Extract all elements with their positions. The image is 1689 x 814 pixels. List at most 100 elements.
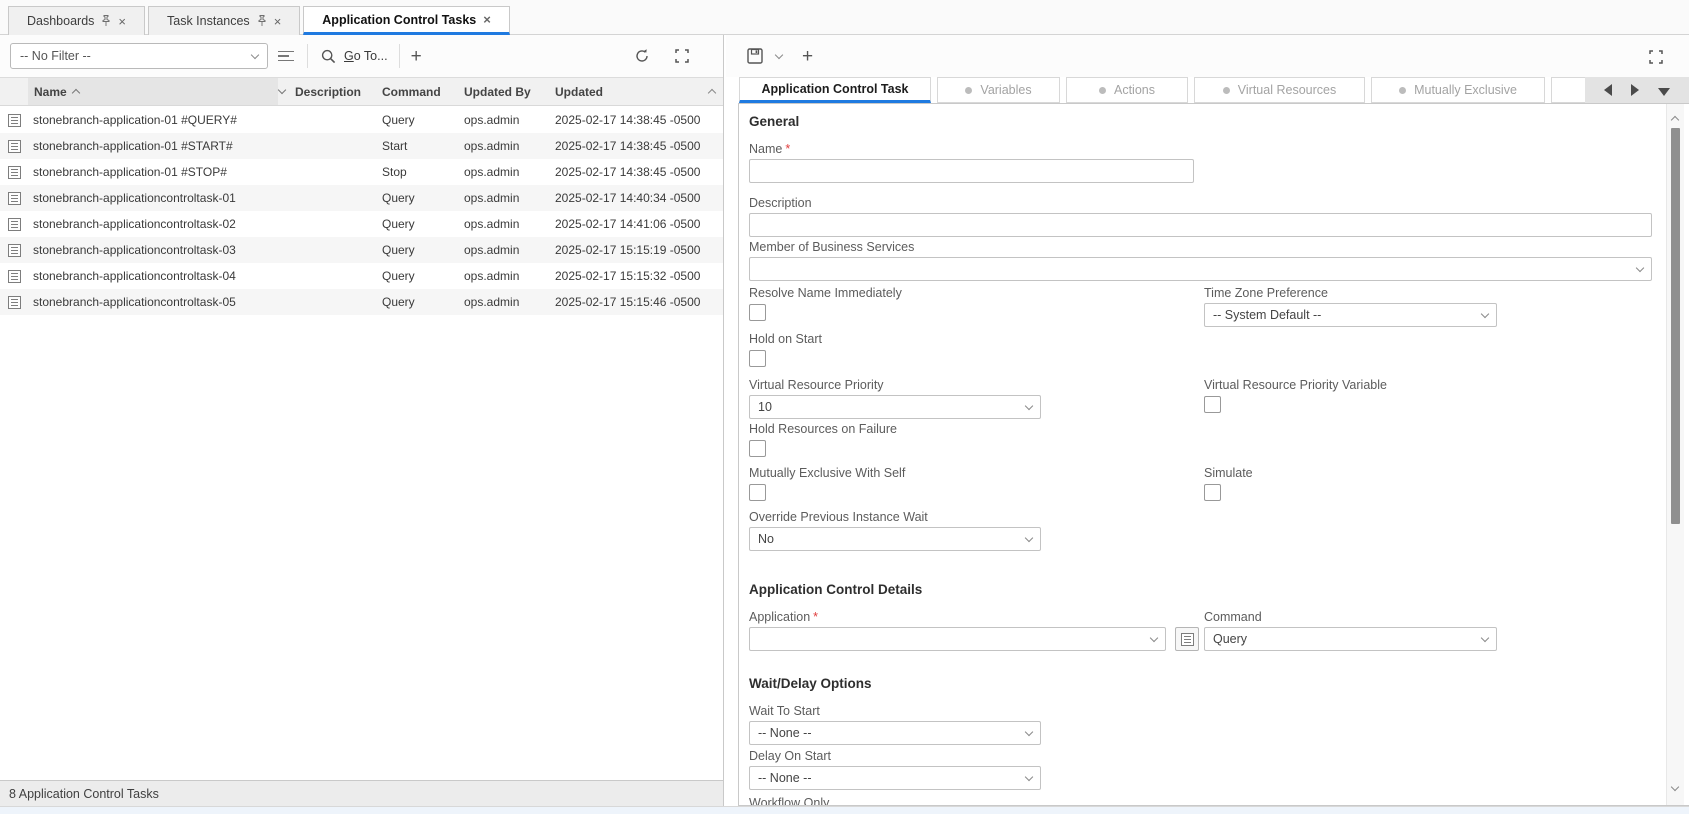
filter-select[interactable]: -- No Filter -- xyxy=(10,43,268,69)
application-details-icon[interactable] xyxy=(1175,627,1199,651)
override-previous-instance-wait-select[interactable]: No xyxy=(749,527,1041,551)
table-row[interactable]: stonebranch-application-01 #START# Start… xyxy=(0,133,723,159)
tab-actions[interactable]: Actions xyxy=(1066,77,1188,103)
hold-resources-on-failure-checkbox[interactable] xyxy=(749,440,766,457)
pin-icon[interactable] xyxy=(257,15,267,27)
table-row[interactable]: stonebranch-applicationcontroltask-05 Qu… xyxy=(0,289,723,315)
field-label-virtual-resource-priority: Virtual Resource Priority xyxy=(749,378,884,392)
field-label-command: Command xyxy=(1204,610,1262,624)
task-details-icon[interactable] xyxy=(8,133,21,159)
section-application-control-details: Application Control Details xyxy=(749,582,922,597)
task-details-icon[interactable] xyxy=(8,289,21,315)
task-details-icon[interactable] xyxy=(8,211,21,237)
form-scrollbar[interactable] xyxy=(1666,104,1684,805)
cell-updated-by: ops.admin xyxy=(464,185,519,211)
field-label-time-zone-preference: Time Zone Preference xyxy=(1204,286,1328,300)
tab-scroll-right-icon[interactable] xyxy=(1631,84,1639,96)
tab-list-menu-icon[interactable] xyxy=(1658,88,1670,96)
tab-scroll-controls xyxy=(1585,77,1689,103)
cell-updated-by: ops.admin xyxy=(464,107,519,133)
tab-variables[interactable]: Variables xyxy=(937,77,1060,103)
tab-dot-icon xyxy=(965,87,972,94)
save-icon[interactable] xyxy=(746,47,764,65)
virtual-resource-priority-variable-checkbox[interactable] xyxy=(1204,396,1221,413)
list-toolbar: -- No Filter -- Go To... + xyxy=(0,35,723,77)
window-tab-dashboards[interactable]: Dashboards × xyxy=(8,6,145,35)
maximize-icon[interactable] xyxy=(1647,48,1665,66)
task-table-body: stonebranch-application-01 #QUERY# Query… xyxy=(0,107,723,315)
tab-application-control-task[interactable]: Application Control Task xyxy=(739,77,931,103)
table-row[interactable]: stonebranch-application-01 #STOP# Stop o… xyxy=(0,159,723,185)
maximize-icon[interactable] xyxy=(673,47,691,65)
refresh-icon[interactable] xyxy=(633,47,651,65)
column-header-description[interactable]: Description xyxy=(295,78,361,105)
tab-scroll-left-icon[interactable] xyxy=(1604,84,1612,96)
task-details-icon[interactable] xyxy=(8,107,21,133)
description-input[interactable] xyxy=(749,213,1652,237)
task-details-icon[interactable] xyxy=(8,185,21,211)
window-tab-application-control-tasks[interactable]: Application Control Tasks × xyxy=(303,6,510,35)
close-icon[interactable]: × xyxy=(483,13,491,26)
mutually-exclusive-with-self-checkbox[interactable] xyxy=(749,484,766,501)
virtual-resource-priority-select[interactable]: 10 xyxy=(749,395,1041,419)
window-tab-task-instances[interactable]: Task Instances × xyxy=(148,6,300,35)
scroll-down-icon[interactable] xyxy=(1671,783,1679,791)
field-label-wait-to-start: Wait To Start xyxy=(749,704,820,718)
search-icon[interactable] xyxy=(319,47,337,65)
field-label-override-previous-instance-wait: Override Previous Instance Wait xyxy=(749,510,928,524)
time-zone-preference-select[interactable]: -- System Default -- xyxy=(1204,303,1497,327)
name-input[interactable] xyxy=(749,159,1194,183)
select-value: No xyxy=(758,532,1026,546)
resolve-name-immediately-checkbox[interactable] xyxy=(749,304,766,321)
column-header-updated-by[interactable]: Updated By xyxy=(464,78,531,105)
detail-tab-strip: Application Control Task Variables Actio… xyxy=(739,77,1689,103)
scroll-up-icon[interactable] xyxy=(1671,116,1679,124)
column-menu-icon[interactable] xyxy=(279,78,285,105)
task-details-icon[interactable] xyxy=(8,263,21,289)
tab-mutually-exclusive[interactable]: Mutually Exclusive xyxy=(1371,77,1545,103)
add-task-button[interactable]: + xyxy=(411,47,422,66)
field-label-mutually-exclusive-with-self: Mutually Exclusive With Self xyxy=(749,466,905,480)
chevron-down-icon xyxy=(1025,727,1033,735)
tab-virtual-resources[interactable]: Virtual Resources xyxy=(1194,77,1365,103)
new-record-button[interactable]: + xyxy=(802,47,813,66)
save-options-chevron-icon[interactable] xyxy=(775,50,783,58)
chevron-down-icon xyxy=(1150,633,1158,641)
table-row[interactable]: stonebranch-application-01 #QUERY# Query… xyxy=(0,107,723,133)
go-to-button[interactable]: Go To... xyxy=(344,49,388,63)
simulate-checkbox[interactable] xyxy=(1204,484,1221,501)
close-icon[interactable]: × xyxy=(274,15,282,28)
task-details-icon[interactable] xyxy=(8,159,21,185)
wait-to-start-select[interactable]: -- None -- xyxy=(749,721,1041,745)
cell-command: Query xyxy=(382,211,415,237)
table-row[interactable]: stonebranch-applicationcontroltask-03 Qu… xyxy=(0,237,723,263)
record-count-text: 8 Application Control Tasks xyxy=(9,787,159,801)
filter-icon[interactable] xyxy=(278,51,296,62)
column-header-updated[interactable]: Updated xyxy=(555,78,603,105)
application-select[interactable] xyxy=(749,627,1166,651)
table-row[interactable]: stonebranch-applicationcontroltask-04 Qu… xyxy=(0,263,723,289)
table-row[interactable]: stonebranch-applicationcontroltask-02 Qu… xyxy=(0,211,723,237)
pin-icon[interactable] xyxy=(101,15,111,27)
task-details-icon[interactable] xyxy=(8,237,21,263)
cell-updated: 2025-02-17 15:15:46 -0500 xyxy=(555,289,700,315)
cell-name: stonebranch-applicationcontroltask-02 xyxy=(33,211,236,237)
hold-on-start-checkbox[interactable] xyxy=(749,350,766,367)
cell-name: stonebranch-application-01 #QUERY# xyxy=(33,107,237,133)
scrollbar-thumb[interactable] xyxy=(1671,128,1680,524)
task-form: General Name* Description Member of Busi… xyxy=(738,103,1689,806)
table-row[interactable]: stonebranch-applicationcontroltask-01 Qu… xyxy=(0,185,723,211)
filter-value: -- No Filter -- xyxy=(20,49,252,63)
member-of-business-services-select[interactable] xyxy=(749,257,1652,281)
scroll-up-icon[interactable] xyxy=(709,78,715,105)
column-header-command[interactable]: Command xyxy=(382,78,441,105)
select-value: Query xyxy=(1213,632,1482,646)
command-select[interactable]: Query xyxy=(1204,627,1497,651)
column-header-name[interactable]: Name xyxy=(28,78,278,105)
chevron-down-icon xyxy=(1025,401,1033,409)
delay-on-start-select[interactable]: -- None -- xyxy=(749,766,1041,790)
close-icon[interactable]: × xyxy=(118,15,126,28)
field-label-delay-on-start: Delay On Start xyxy=(749,749,831,763)
field-label-simulate: Simulate xyxy=(1204,466,1253,480)
window-tab-label: Task Instances xyxy=(167,14,250,28)
